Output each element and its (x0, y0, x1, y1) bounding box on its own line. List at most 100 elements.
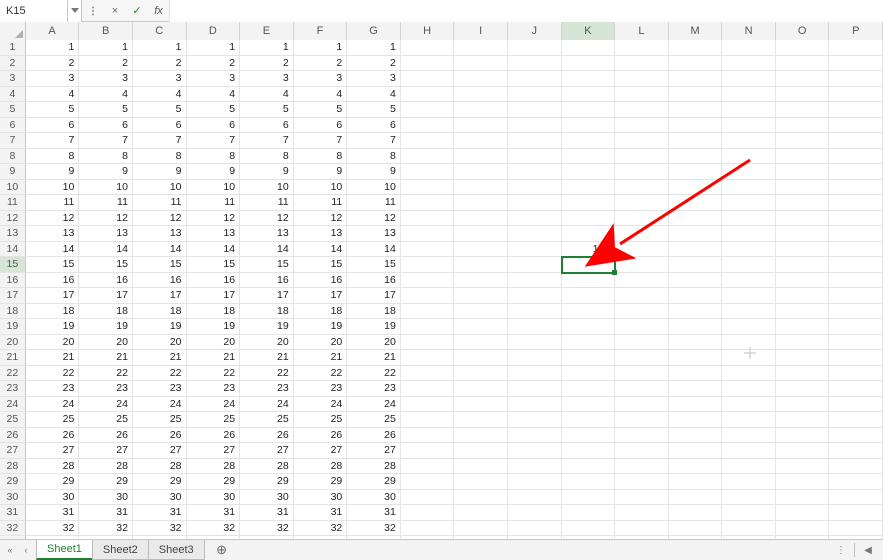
cell-D3[interactable]: 3 (187, 71, 241, 87)
cell-O8[interactable] (776, 149, 830, 165)
cell-M2[interactable] (669, 56, 723, 72)
cell-N26[interactable] (722, 428, 776, 444)
cell-P3[interactable] (829, 71, 883, 87)
cell-O12[interactable] (776, 211, 830, 227)
cell-P27[interactable] (829, 443, 883, 459)
cell-K20[interactable] (562, 335, 616, 351)
cell-L29[interactable] (615, 474, 669, 490)
cell-F15[interactable]: 15 (294, 257, 348, 273)
cell-M7[interactable] (669, 133, 723, 149)
cell-D23[interactable]: 23 (187, 381, 241, 397)
cell-E9[interactable]: 9 (240, 164, 294, 180)
cell-A17[interactable]: 17 (26, 288, 80, 304)
cell-J19[interactable] (508, 319, 562, 335)
column-header-M[interactable]: M (669, 22, 723, 40)
cell-J27[interactable] (508, 443, 562, 459)
cell-L2[interactable] (615, 56, 669, 72)
cell-C9[interactable]: 9 (133, 164, 187, 180)
cell-G16[interactable]: 16 (347, 273, 401, 289)
cell-B8[interactable]: 8 (79, 149, 133, 165)
cell-B28[interactable]: 28 (79, 459, 133, 475)
cell-H16[interactable] (401, 273, 455, 289)
column-header-I[interactable]: I (454, 22, 508, 40)
cell-O22[interactable] (776, 366, 830, 382)
cell-J26[interactable] (508, 428, 562, 444)
cell-L27[interactable] (615, 443, 669, 459)
cell-H28[interactable] (401, 459, 455, 475)
cell-G8[interactable]: 8 (347, 149, 401, 165)
cell-M6[interactable] (669, 118, 723, 134)
cell-M5[interactable] (669, 102, 723, 118)
cell-G22[interactable]: 22 (347, 366, 401, 382)
cell-K3[interactable] (562, 71, 616, 87)
cell-I20[interactable] (454, 335, 508, 351)
cell-K19[interactable] (562, 319, 616, 335)
cell-P18[interactable] (829, 304, 883, 320)
cell-L12[interactable] (615, 211, 669, 227)
cell-O25[interactable] (776, 412, 830, 428)
cell-O9[interactable] (776, 164, 830, 180)
cell-P15[interactable] (829, 257, 883, 273)
cell-M13[interactable] (669, 226, 723, 242)
cell-B22[interactable]: 22 (79, 366, 133, 382)
cell-G3[interactable]: 3 (347, 71, 401, 87)
cell-L14[interactable] (615, 242, 669, 258)
cell-O14[interactable] (776, 242, 830, 258)
cell-G14[interactable]: 14 (347, 242, 401, 258)
cell-G29[interactable]: 29 (347, 474, 401, 490)
cell-I19[interactable] (454, 319, 508, 335)
cell-F27[interactable]: 27 (294, 443, 348, 459)
cell-N29[interactable] (722, 474, 776, 490)
cell-K5[interactable] (562, 102, 616, 118)
cell-A24[interactable]: 24 (26, 397, 80, 413)
cell-N28[interactable] (722, 459, 776, 475)
cell-M10[interactable] (669, 180, 723, 196)
cell-K30[interactable] (562, 490, 616, 506)
cell-P22[interactable] (829, 366, 883, 382)
column-header-B[interactable]: B (79, 22, 133, 40)
cell-E19[interactable]: 19 (240, 319, 294, 335)
cell-J13[interactable] (508, 226, 562, 242)
cell-I3[interactable] (454, 71, 508, 87)
cell-I1[interactable] (454, 40, 508, 56)
cell-P31[interactable] (829, 505, 883, 521)
cell-E15[interactable]: 15 (240, 257, 294, 273)
cell-D7[interactable]: 7 (187, 133, 241, 149)
cell-I6[interactable] (454, 118, 508, 134)
cell-L26[interactable] (615, 428, 669, 444)
cell-K24[interactable] (562, 397, 616, 413)
cell-O2[interactable] (776, 56, 830, 72)
cell-C27[interactable]: 27 (133, 443, 187, 459)
cell-P23[interactable] (829, 381, 883, 397)
scroll-left-icon[interactable]: ◀ (861, 545, 875, 556)
cell-E11[interactable]: 11 (240, 195, 294, 211)
cell-L18[interactable] (615, 304, 669, 320)
cell-M19[interactable] (669, 319, 723, 335)
cell-K8[interactable] (562, 149, 616, 165)
cell-O4[interactable] (776, 87, 830, 103)
cell-I32[interactable] (454, 521, 508, 537)
cell-N11[interactable] (722, 195, 776, 211)
cell-B16[interactable]: 16 (79, 273, 133, 289)
cell-B17[interactable]: 17 (79, 288, 133, 304)
cell-O18[interactable] (776, 304, 830, 320)
cell-D19[interactable]: 19 (187, 319, 241, 335)
cell-N3[interactable] (722, 71, 776, 87)
cell-J20[interactable] (508, 335, 562, 351)
column-header-G[interactable]: G (347, 22, 401, 40)
cell-D24[interactable]: 24 (187, 397, 241, 413)
row-header-24[interactable]: 24 (0, 397, 26, 413)
cell-E6[interactable]: 6 (240, 118, 294, 134)
cell-H13[interactable] (401, 226, 455, 242)
cell-P7[interactable] (829, 133, 883, 149)
cell-P1[interactable] (829, 40, 883, 56)
cell-O10[interactable] (776, 180, 830, 196)
cell-A1[interactable]: 1 (26, 40, 80, 56)
cell-L1[interactable] (615, 40, 669, 56)
cell-G12[interactable]: 12 (347, 211, 401, 227)
cell-E17[interactable]: 17 (240, 288, 294, 304)
cell-H25[interactable] (401, 412, 455, 428)
cell-N24[interactable] (722, 397, 776, 413)
cell-K7[interactable] (562, 133, 616, 149)
cell-B6[interactable]: 6 (79, 118, 133, 134)
